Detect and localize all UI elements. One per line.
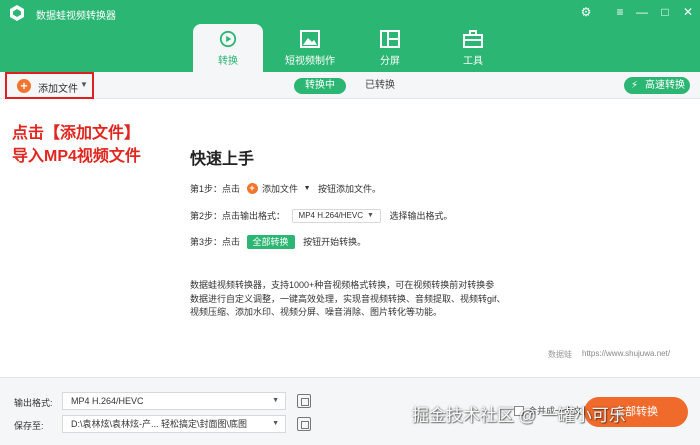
tab-short-video-label: 短视频制作 [285, 56, 335, 67]
app-title: 数据蛙视频转换器 [36, 11, 116, 22]
save-to-value: D:\袁林炫\袁林炫-产... 轻松搞定\封面图\底图 [71, 419, 248, 429]
brand-url: https://www.shujuwa.net/ [582, 349, 671, 358]
fast-convert-button[interactable]: ⚡ 高速转换 [624, 77, 690, 94]
image-icon [300, 30, 320, 48]
description-line: 数据蛙视频转换器，支持1000+种音视频格式转换，可在视频转换前对转换参 [190, 280, 495, 290]
toolbox-icon [463, 30, 483, 48]
output-format-select[interactable]: MP4 H.264/HEVC ▼ [62, 392, 286, 410]
step-2-prefix: 第2步：点击输出格式： [190, 210, 286, 221]
tab-short-video[interactable]: 短视频制作 [275, 24, 345, 72]
watermark-text: 掘金技术社区 @ 一罐小可乐 [412, 406, 626, 425]
output-format-value: MP4 H.264/HEVC [71, 396, 144, 406]
title-bar: 数据蛙视频转换器 ⚙ ≡ — □ ✕ 转换 短视频制作 分屏 工具 [0, 0, 700, 72]
main-panel: 点击【添加文件】 导入MP4视频文件 快速上手 第1步：点击 + 添加文件 ▼ … [0, 100, 700, 376]
step-1-suffix: 按钮添加文件。 [318, 183, 382, 194]
annotation-line-1: 点击【添加文件】 [12, 125, 141, 142]
step-3-suffix: 按钮开始转换。 [303, 236, 367, 247]
chevron-down-icon: ▼ [272, 420, 279, 427]
chevron-down-icon: ▼ [303, 184, 311, 192]
annotation-text: 点击【添加文件】 导入MP4视频文件 [12, 122, 141, 168]
step-3: 第3步：点击 全部转换 按钮开始转换。 [190, 233, 366, 249]
menu-icon[interactable]: ≡ [610, 3, 630, 21]
annotation-line-2: 导入MP4视频文件 [12, 148, 141, 165]
chevron-down-icon: ▼ [272, 397, 279, 404]
folder-icon[interactable] [297, 417, 311, 431]
sub-toolbar: + 添加文件 ▼ 转换中 已转换 ⚡ 高速转换 [0, 72, 700, 99]
step-1: 第1步：点击 + 添加文件 ▼ 按钮添加文件。 [190, 180, 381, 196]
chevron-down-icon[interactable]: ▼ [80, 80, 88, 89]
tab-tools[interactable]: 工具 [438, 24, 508, 72]
step-2-format: MP4 H.264/HEVC [298, 210, 363, 220]
split-screen-icon [380, 30, 400, 48]
save-to-label: 保存至: [14, 421, 44, 431]
tab-tools-label: 工具 [463, 56, 483, 67]
tab-split-screen[interactable]: 分屏 [355, 24, 425, 72]
brand-mark: 数据蛙 [548, 350, 572, 359]
step-1-button: 添加文件 [262, 183, 299, 194]
description-line: 数据进行自定义调整，一键高效处理，实现音视频转换、音频提取、视频转gif、 [190, 293, 506, 304]
tab-split-screen-label: 分屏 [380, 56, 400, 67]
step-3-prefix: 第3步：点击 [190, 236, 241, 247]
format-settings-icon[interactable] [297, 394, 311, 408]
step-3-button: 全部转换 [246, 234, 295, 249]
minimize-icon[interactable]: — [632, 3, 652, 21]
close-icon[interactable]: ✕ [678, 3, 698, 21]
maximize-icon[interactable]: □ [655, 3, 675, 21]
lightning-icon: ⚡ [631, 80, 639, 91]
tab-convert[interactable]: 转换 [193, 24, 263, 72]
description-line: 视频压缩、添加水印、视频分屏、噪音消除、图片转化等功能。 [190, 307, 443, 317]
output-format-label: 输出格式: [14, 398, 53, 408]
app-description: 数据蛙视频转换器，支持1000+种音视频格式转换，可在视频转换前对转换参 数据进… [190, 279, 530, 320]
add-file-label: 添加文件 [38, 84, 78, 95]
add-icon: + [246, 183, 258, 195]
save-to-select[interactable]: D:\袁林炫\袁林炫-产... 轻松搞定\封面图\底图 ▼ [62, 415, 286, 433]
fast-convert-label: 高速转换 [645, 80, 685, 91]
quickstart-title: 快速上手 [190, 151, 255, 168]
add-file-button[interactable]: + 添加文件 ▼ [5, 72, 94, 99]
step-1-prefix: 第1步：点击 [190, 183, 241, 194]
tab-converting[interactable]: 转换中 [294, 78, 346, 94]
app-logo-icon [10, 5, 24, 21]
settings-icon[interactable]: ⚙ [576, 3, 596, 21]
tab-converted[interactable]: 已转换 [358, 78, 402, 94]
step-2: 第2步：点击输出格式： MP4 H.264/HEVC ▼ 选择输出格式。 [190, 207, 452, 223]
chevron-down-icon: ▼ [367, 211, 374, 219]
add-icon: + [17, 79, 31, 93]
step-2-suffix: 选择输出格式。 [389, 210, 453, 221]
convert-icon [219, 30, 237, 48]
tab-convert-label: 转换 [218, 56, 238, 67]
step-2-format-chip: MP4 H.264/HEVC ▼ [291, 208, 381, 223]
